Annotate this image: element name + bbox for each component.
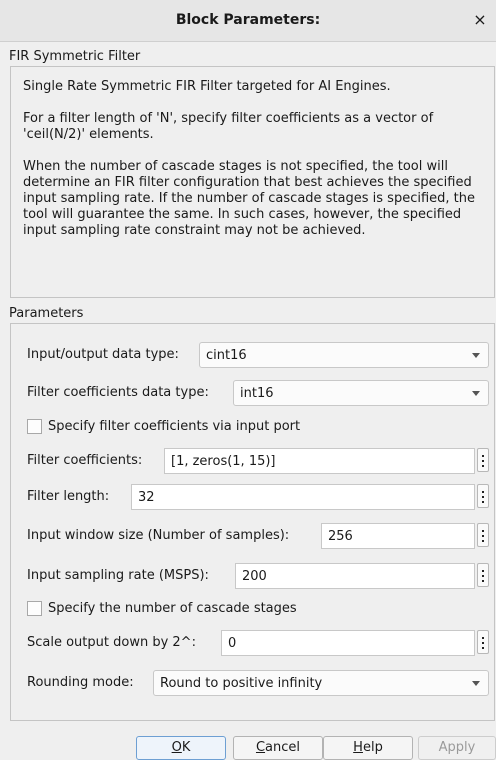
help-button[interactable]: Help xyxy=(323,736,413,760)
scale-options-icon[interactable] xyxy=(477,630,489,654)
coef-type-select[interactable]: int16 xyxy=(233,380,489,406)
rounding-label: Rounding mode: xyxy=(27,675,134,690)
coef-port-label: Specify filter coefficients via input po… xyxy=(48,419,301,434)
close-icon[interactable]: × xyxy=(470,10,490,30)
description-panel: Single Rate Symmetric FIR Filter targete… xyxy=(10,66,495,298)
sampling-rate-options-icon[interactable] xyxy=(477,563,489,587)
ok-mnemonic: O xyxy=(171,740,182,755)
scale-field[interactable]: 0 xyxy=(221,630,475,656)
sampling-rate-label: Input sampling rate (MSPS): xyxy=(27,568,209,583)
coefficients-label: Filter coefficients: xyxy=(27,453,143,468)
cascade-row: Specify the number of cascade stages xyxy=(27,596,492,624)
cancel-mnemonic: C xyxy=(255,740,266,755)
coefficients-field[interactable]: [1, zeros(1, 15)] xyxy=(164,448,475,474)
length-field[interactable]: 32 xyxy=(131,484,475,510)
description-line-2: For a filter length of 'N', specify filt… xyxy=(23,111,434,142)
length-options-icon[interactable] xyxy=(477,484,489,508)
length-row: Filter length: 32 xyxy=(27,484,492,512)
coef-type-row: Filter coefficients data type: int16 xyxy=(27,380,492,408)
chevron-down-icon xyxy=(472,681,480,686)
title-bar: Block Parameters: × xyxy=(0,0,496,42)
scale-row: Scale output down by 2^: 0 xyxy=(27,630,492,658)
coef-port-row: Specify filter coefficients via input po… xyxy=(27,414,492,442)
apply-button[interactable]: Apply xyxy=(418,736,496,760)
window-size-row: Input window size (Number of samples): 2… xyxy=(27,523,492,551)
help-label: elp xyxy=(362,740,383,755)
window-title: Block Parameters: xyxy=(175,12,321,28)
ok-button[interactable]: OK xyxy=(136,736,226,760)
window-size-options-icon[interactable] xyxy=(477,523,489,547)
parameters-panel: Input/output data type: cint16 Filter co… xyxy=(10,323,495,721)
description-line-1: Single Rate Symmetric FIR Filter targete… xyxy=(23,79,391,94)
coefficients-options-icon[interactable] xyxy=(477,448,489,472)
io-type-value: cint16 xyxy=(206,348,247,363)
ok-label: K xyxy=(181,740,191,755)
coefficients-row: Filter coefficients: [1, zeros(1, 15)] xyxy=(27,448,492,476)
rounding-row: Rounding mode: Round to positive infinit… xyxy=(27,670,492,698)
description-line-3: When the number of cascade stages is not… xyxy=(23,159,475,238)
io-type-row: Input/output data type: cint16 xyxy=(27,342,492,370)
chevron-down-icon xyxy=(472,391,480,396)
cancel-label: ancel xyxy=(265,740,301,755)
length-label: Filter length: xyxy=(27,489,110,504)
rounding-value: Round to positive infinity xyxy=(160,676,323,691)
window-size-label: Input window size (Number of samples): xyxy=(27,528,290,543)
cascade-label: Specify the number of cascade stages xyxy=(48,601,297,616)
block-name: FIR Symmetric Filter xyxy=(9,49,141,64)
chevron-down-icon xyxy=(472,353,480,358)
coef-type-value: int16 xyxy=(240,386,274,401)
sampling-rate-row: Input sampling rate (MSPS): 200 xyxy=(27,563,492,591)
window-size-field[interactable]: 256 xyxy=(321,523,475,549)
rounding-select[interactable]: Round to positive infinity xyxy=(153,670,489,696)
sampling-rate-field[interactable]: 200 xyxy=(235,563,475,589)
help-mnemonic: H xyxy=(353,740,363,755)
io-type-label: Input/output data type: xyxy=(27,347,179,362)
coef-port-checkbox[interactable] xyxy=(27,419,42,434)
scale-label: Scale output down by 2^: xyxy=(27,635,196,650)
parameters-label: Parameters xyxy=(9,306,84,321)
io-type-select[interactable]: cint16 xyxy=(199,342,489,368)
cascade-checkbox[interactable] xyxy=(27,601,42,616)
coef-type-label: Filter coefficients data type: xyxy=(27,385,209,400)
cancel-button[interactable]: Cancel xyxy=(233,736,323,760)
